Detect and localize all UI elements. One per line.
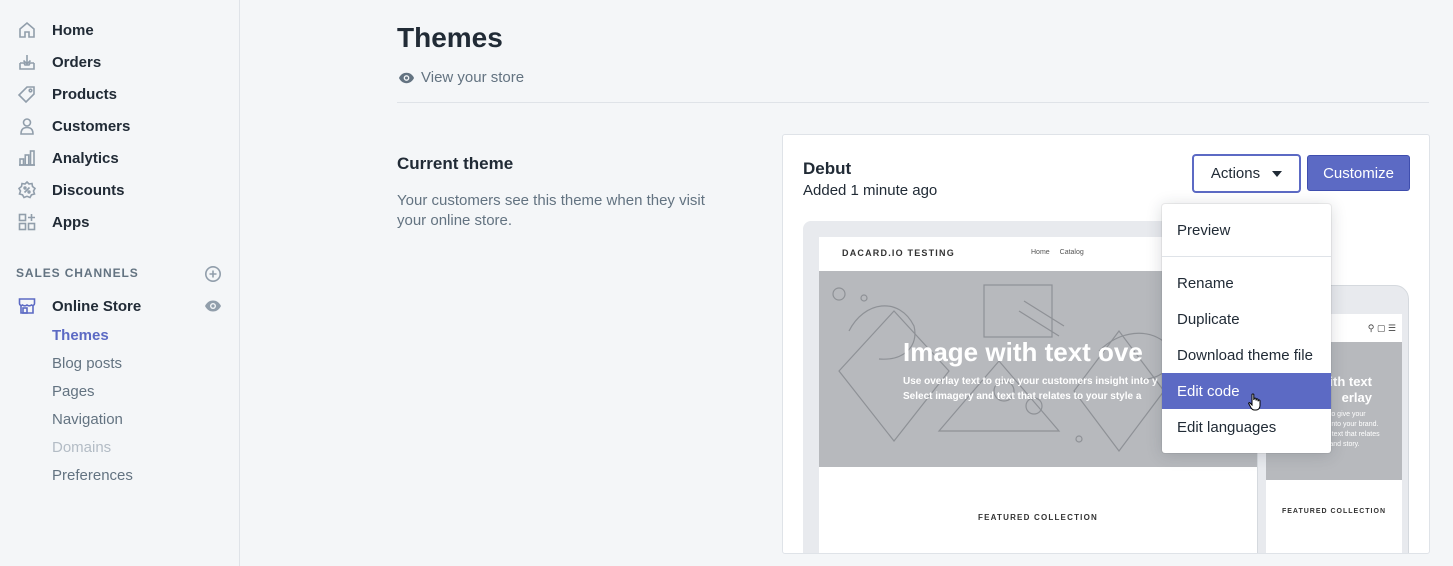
preview-hero-title: Image with text ove [903, 337, 1143, 367]
mobile-header-icons: ⚲ ▢ ☰ [1368, 323, 1396, 334]
sidebar-item-products[interactable]: Products [16, 78, 117, 110]
caret-down-icon [1272, 171, 1283, 177]
sidebar-item-label: Home [52, 21, 94, 39]
page-title: Themes [397, 22, 503, 53]
sidebar-item-discounts[interactable]: Discounts [16, 174, 125, 206]
menu-item-edit-languages[interactable]: Edit languages [1162, 409, 1331, 445]
theme-added-time: Added 1 minute ago [803, 182, 938, 199]
sidebar-item-label: Orders [52, 53, 102, 71]
preview-featured-collection: FEATURED COLLECTION [978, 513, 1098, 522]
menu-item-rename[interactable]: Rename [1162, 265, 1331, 301]
sidebar-subitem-navigation[interactable]: Navigation [52, 411, 123, 428]
sidebar-item-label: Customers [52, 117, 131, 135]
preview-nav-home: Home [1031, 249, 1050, 256]
sidebar-item-label: Products [52, 85, 118, 103]
theme-name: Debut [803, 159, 852, 178]
sidebar-item-label: Online Store [52, 297, 142, 315]
actions-dropdown-menu: Preview Rename Duplicate Download theme … [1162, 204, 1331, 453]
customize-button[interactable]: Customize [1307, 155, 1410, 191]
sidebar-subitem-domains[interactable]: Domains [52, 439, 111, 456]
sidebar-item-label: Apps [52, 213, 90, 231]
sidebar-subitem-blog-posts[interactable]: Blog posts [52, 355, 122, 372]
sidebar-item-label: Discounts [52, 181, 125, 199]
preview-store-name: DACARD.IO TESTING [842, 248, 955, 258]
menu-item-edit-code[interactable]: Edit code [1162, 373, 1331, 409]
view-store-link[interactable]: View your store [398, 69, 524, 86]
discount-icon [16, 179, 38, 201]
preview-hero-line-1: Use overlay text to give your customers … [903, 376, 1158, 387]
actions-button[interactable]: Actions [1193, 155, 1300, 192]
view-store-label: View your store [421, 69, 525, 86]
sidebar: Home Orders Products Customers Analytics… [0, 0, 240, 566]
preview-hero-subtitle: Use overlay text to give your customers … [903, 374, 1158, 404]
current-theme-card: Debut Added 1 minute ago Actions Customi… [782, 134, 1430, 554]
sales-channels-heading: SALES CHANNELS [16, 266, 139, 280]
sidebar-item-online-store[interactable]: Online Store [16, 290, 141, 322]
menu-item-download-theme-file[interactable]: Download theme file [1162, 337, 1331, 373]
menu-item-duplicate[interactable]: Duplicate [1162, 301, 1331, 337]
tag-icon [16, 83, 38, 105]
menu-divider [1162, 256, 1331, 257]
current-theme-heading: Current theme [397, 154, 514, 173]
home-icon [16, 19, 38, 41]
search-icon: ⚲ [1367, 323, 1375, 333]
sidebar-item-analytics[interactable]: Analytics [16, 142, 119, 174]
sidebar-item-apps[interactable]: Apps [16, 206, 90, 238]
eye-icon [398, 72, 415, 83]
preview-nav-catalog: Catalog [1059, 249, 1084, 256]
cart-icon: ▢ [1376, 323, 1386, 333]
mobile-featured-collection: FEATURED COLLECTION [1281, 508, 1387, 515]
hand-cursor-icon [1248, 393, 1261, 411]
preview-store-nav: Home Catalog [1031, 249, 1092, 256]
add-channel-icon[interactable] [204, 265, 222, 283]
header-divider [397, 102, 1429, 103]
actions-label: Actions [1210, 165, 1261, 182]
sidebar-subitem-themes[interactable]: Themes [52, 327, 109, 344]
bar-chart-icon [16, 147, 38, 169]
store-icon [16, 295, 38, 317]
sidebar-subitem-preferences[interactable]: Preferences [52, 467, 133, 484]
orders-icon [16, 51, 38, 73]
preview-hero-line-2: Select imagery and text that relates to … [903, 391, 1142, 402]
sidebar-item-orders[interactable]: Orders [16, 46, 101, 78]
sidebar-item-customers[interactable]: Customers [16, 110, 130, 142]
menu-icon: ☰ [1387, 323, 1396, 333]
person-icon [16, 115, 38, 137]
current-theme-description: Your customers see this theme when they … [397, 192, 705, 229]
sidebar-subitem-pages[interactable]: Pages [52, 383, 95, 400]
sidebar-item-label: Analytics [52, 149, 119, 167]
sidebar-item-home[interactable]: Home [16, 14, 94, 46]
menu-item-preview[interactable]: Preview [1162, 212, 1331, 248]
view-store-eye-icon[interactable] [204, 298, 222, 314]
apps-icon [16, 211, 38, 233]
